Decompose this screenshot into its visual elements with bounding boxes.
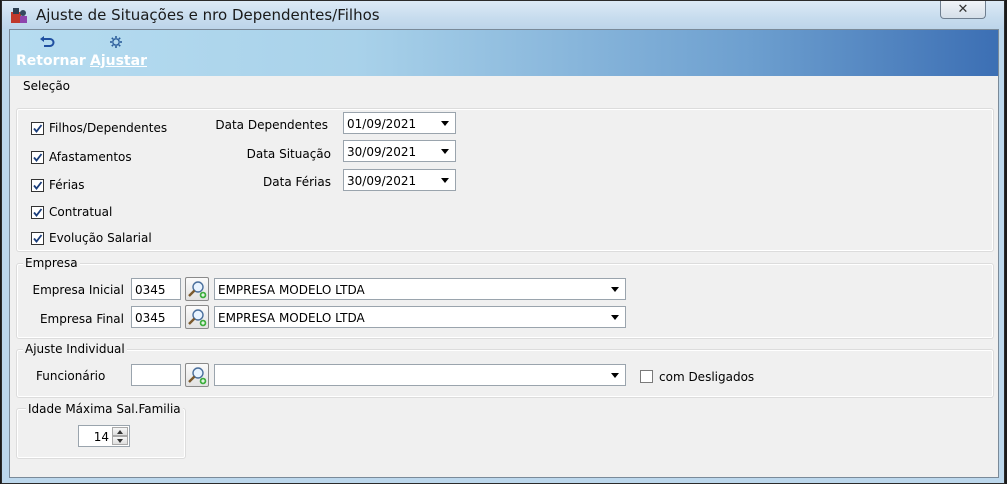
filhos-dependentes-checkbox[interactable]: [31, 122, 44, 135]
data-situacao-value: 30/09/2021: [347, 145, 417, 159]
empresa-final-label: Empresa Final: [39, 312, 124, 326]
empresa-final-lookup-button[interactable]: [185, 305, 209, 329]
funcionario-select[interactable]: [214, 364, 626, 386]
gear-icon: [110, 36, 122, 48]
close-button[interactable]: ✕: [940, 1, 986, 19]
checkmark-icon: [33, 208, 43, 217]
ajustar-button[interactable]: Ajustar: [90, 34, 147, 69]
com-desligados-label: com Desligados: [659, 370, 755, 384]
ferias-checkbox[interactable]: [31, 179, 44, 192]
data-situacao-label: Data Situação: [246, 147, 331, 161]
app-window: Ajuste de Situações e nro Dependentes/Fi…: [1, 0, 1005, 484]
search-icon: [188, 367, 207, 385]
idade-value: 14: [93, 430, 109, 444]
chevron-down-icon: [117, 439, 123, 443]
empresa-legend: Empresa: [23, 256, 80, 270]
retornar-button[interactable]: Retornar: [16, 34, 86, 69]
empresa-final-name: EMPRESA MODELO LTDA: [218, 311, 365, 325]
spin-up-button[interactable]: [112, 427, 128, 436]
retornar-label: Retornar: [16, 53, 86, 69]
chevron-down-icon[interactable]: [441, 178, 449, 183]
empresa-inicial-name: EMPRESA MODELO LTDA: [218, 283, 365, 297]
dialog-client-area: Retornar Ajustar Seleção Filhos/Dependen…: [9, 29, 999, 478]
spin-down-button[interactable]: [112, 436, 128, 445]
empresa-final-code-value: 0345: [135, 311, 166, 325]
idade-legend: Idade Máxima Sal.Familia: [26, 402, 183, 416]
chevron-down-icon[interactable]: [441, 121, 449, 126]
ferias-label: Férias: [49, 178, 85, 192]
data-situacao-picker[interactable]: 30/09/2021: [343, 140, 456, 162]
data-ferias-label: Data Férias: [263, 175, 331, 189]
app-logo-icon: [11, 8, 27, 23]
empresa-final-select[interactable]: EMPRESA MODELO LTDA: [214, 306, 626, 328]
afastamentos-checkbox[interactable]: [31, 151, 44, 164]
close-icon: ✕: [957, 1, 969, 16]
toolbar: Retornar Ajustar: [10, 30, 998, 76]
checkmark-icon: [33, 234, 43, 243]
funcionario-label: Funcionário: [36, 369, 106, 383]
search-icon: [188, 281, 207, 299]
ajuste-individual-legend: Ajuste Individual: [23, 342, 127, 356]
empresa-final-code-input[interactable]: 0345: [131, 306, 181, 328]
idade-spinner[interactable]: 14: [78, 425, 130, 447]
chevron-up-icon: [117, 430, 123, 434]
title-bar[interactable]: Ajuste de Situações e nro Dependentes/Fi…: [2, 1, 1004, 29]
empresa-inicial-label: Empresa Inicial: [32, 283, 124, 297]
com-desligados-checkbox[interactable]: [640, 370, 653, 383]
funcionario-code-input[interactable]: [131, 364, 181, 386]
chevron-down-icon[interactable]: [441, 149, 449, 154]
empresa-inicial-code-input[interactable]: 0345: [131, 278, 181, 300]
afastamentos-label: Afastamentos: [49, 150, 132, 164]
evolucao-salarial-checkbox[interactable]: [31, 232, 44, 245]
undo-arrow-icon: [40, 36, 55, 47]
chevron-down-icon[interactable]: [611, 373, 619, 378]
data-ferias-picker[interactable]: 30/09/2021: [343, 169, 456, 191]
ajustar-label: Ajustar: [90, 53, 147, 69]
search-icon: [188, 309, 207, 327]
checkmark-icon: [33, 153, 43, 162]
chevron-down-icon[interactable]: [611, 315, 619, 320]
selecao-legend: Seleção: [21, 79, 73, 93]
filhos-dependentes-label: Filhos/Dependentes: [49, 121, 168, 135]
empresa-inicial-select[interactable]: EMPRESA MODELO LTDA: [214, 278, 626, 300]
data-dependentes-value: 01/09/2021: [347, 117, 417, 131]
data-dependentes-label: Data Dependentes: [215, 118, 328, 132]
data-ferias-value: 30/09/2021: [347, 174, 417, 188]
checkmark-icon: [33, 181, 43, 190]
evolucao-salarial-label: Evolução Salarial: [49, 231, 152, 245]
data-dependentes-picker[interactable]: 01/09/2021: [343, 112, 456, 134]
checkmark-icon: [33, 124, 43, 133]
contratual-label: Contratual: [49, 205, 113, 219]
funcionario-lookup-button[interactable]: [185, 363, 209, 387]
window-title: Ajuste de Situações e nro Dependentes/Fi…: [36, 6, 380, 24]
contratual-checkbox[interactable]: [31, 206, 44, 219]
empresa-inicial-code-value: 0345: [135, 283, 166, 297]
empresa-inicial-lookup-button[interactable]: [185, 277, 209, 301]
chevron-down-icon[interactable]: [611, 287, 619, 292]
